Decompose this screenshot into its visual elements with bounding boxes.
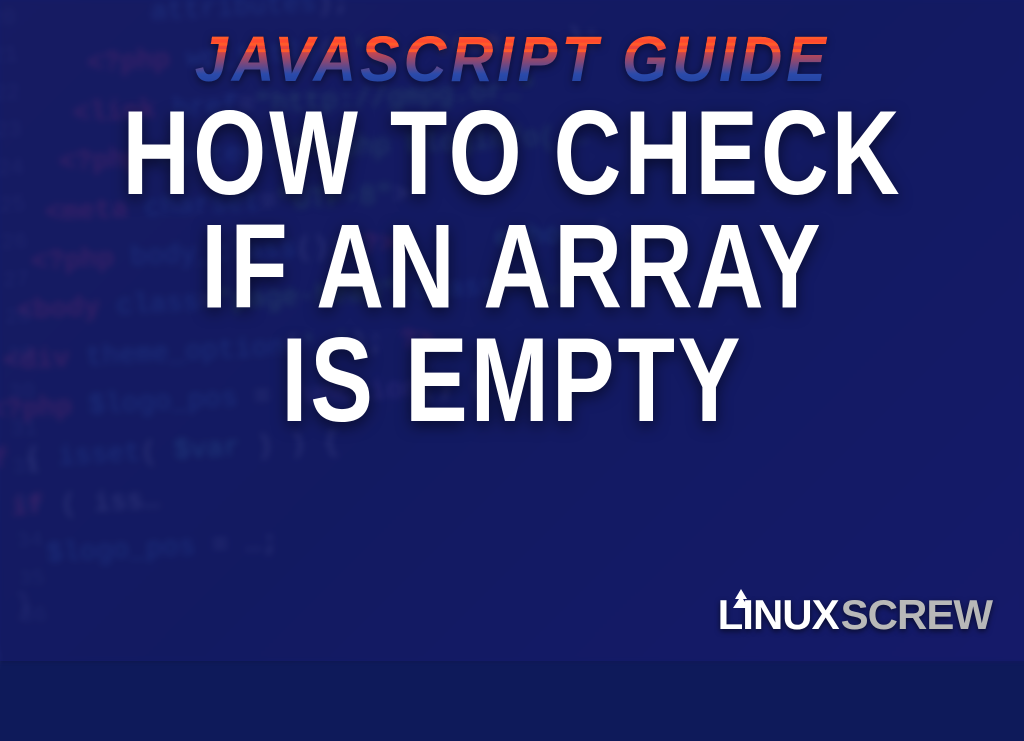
title-line: IS EMPTY [122,323,902,437]
title-line: HOW TO CHECK [122,96,902,210]
title-line: IF AN ARRAY [122,210,902,324]
main-title: HOW TO CHECKIF AN ARRAYIS EMPTY [122,96,902,437]
logo-part-screw: SCREW [841,591,992,639]
logo-part-linux: LINUX [718,591,839,639]
brand-logo: LINUX SCREW [718,591,992,639]
content-area: JAVASCRIPT GUIDE HOW TO CHECKIF AN ARRAY… [0,0,1024,661]
